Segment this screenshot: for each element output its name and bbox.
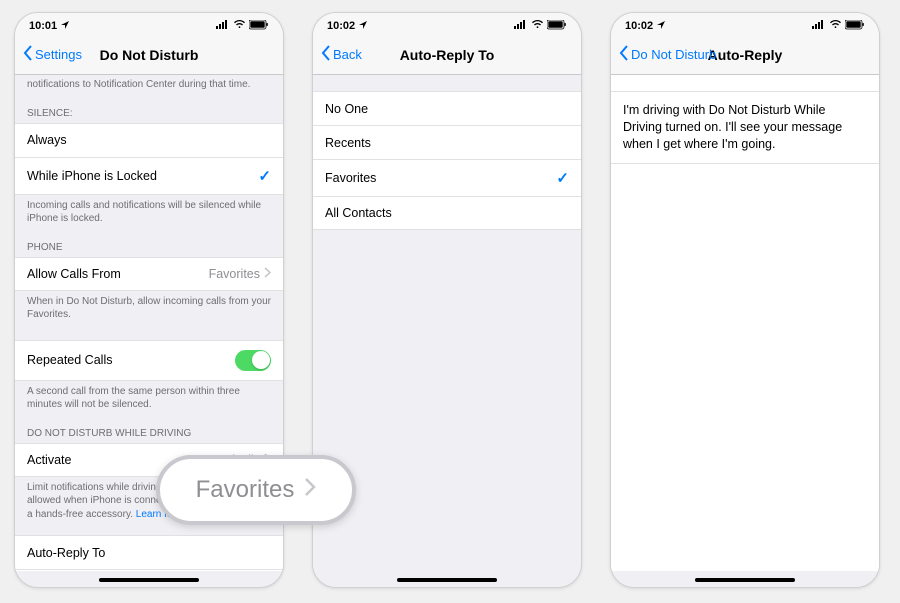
back-button[interactable]: Do Not Disturb	[619, 45, 716, 64]
scroll-content[interactable]: I'm driving with Do Not Disturb While Dr…	[611, 75, 879, 571]
section-footer-allow-calls: When in Do Not Disturb, allow incoming c…	[15, 291, 283, 330]
screenshot-auto-reply: 10:02 Do Not Disturb Auto-Reply I'm driv…	[610, 12, 880, 588]
checkmark-icon: ✓	[556, 169, 569, 187]
cell-label: While iPhone is Locked	[27, 169, 157, 183]
cell-auto-reply[interactable]: Auto-Reply I'm driving with Do Not Distu…	[15, 569, 283, 571]
section-header-driving: DO NOT DISTURB WHILE DRIVING	[15, 420, 283, 443]
chevron-right-icon	[264, 267, 271, 281]
back-label: Back	[333, 47, 362, 62]
cell-label: Activate	[27, 453, 71, 467]
signal-icon	[514, 20, 528, 32]
chevron-left-icon	[619, 45, 629, 64]
section-footer-silence: Incoming calls and notifications will be…	[15, 195, 283, 234]
option-favorites[interactable]: Favorites ✓	[313, 159, 581, 196]
option-no-one[interactable]: No One	[313, 91, 581, 125]
location-icon	[60, 20, 70, 33]
cell-silence-locked[interactable]: While iPhone is Locked ✓	[15, 157, 283, 195]
clock-time: 10:01	[29, 20, 57, 32]
battery-icon	[845, 20, 865, 33]
cell-auto-reply-to[interactable]: Auto-Reply To	[15, 535, 283, 569]
battery-icon	[547, 20, 567, 33]
auto-reply-textarea[interactable]: I'm driving with Do Not Disturb While Dr…	[611, 91, 879, 164]
chevron-left-icon	[23, 45, 33, 64]
status-bar: 10:02	[611, 13, 879, 35]
status-bar: 10:01	[15, 13, 283, 35]
back-button[interactable]: Back	[321, 45, 362, 64]
home-indicator[interactable]	[99, 578, 199, 582]
section-footer-trail: notifications to Notification Center dur…	[15, 75, 283, 100]
wifi-icon	[829, 20, 842, 32]
wifi-icon	[531, 20, 544, 32]
cell-detail: Favorites	[209, 267, 271, 281]
battery-icon	[249, 20, 269, 33]
option-all-contacts[interactable]: All Contacts	[313, 196, 581, 230]
callout-favorites: Favorites	[156, 455, 356, 525]
option-label: All Contacts	[325, 206, 392, 220]
cell-allow-calls[interactable]: Allow Calls From Favorites	[15, 257, 283, 291]
cell-label: Allow Calls From	[27, 267, 121, 281]
checkmark-icon: ✓	[258, 167, 271, 185]
home-indicator[interactable]	[695, 578, 795, 582]
option-label: No One	[325, 102, 368, 116]
clock-time: 10:02	[327, 20, 355, 32]
nav-bar: Back Auto-Reply To	[313, 35, 581, 75]
cell-silence-always[interactable]: Always	[15, 123, 283, 157]
switch-on[interactable]	[235, 350, 271, 371]
cell-repeated-calls[interactable]: Repeated Calls	[15, 340, 283, 381]
section-header-silence: SILENCE:	[15, 100, 283, 123]
cell-label: Repeated Calls	[27, 353, 112, 367]
option-recents[interactable]: Recents	[313, 125, 581, 159]
back-label: Do Not Disturb	[631, 47, 716, 62]
location-icon	[358, 20, 368, 33]
cell-label: Always	[27, 133, 67, 147]
location-icon	[656, 20, 666, 33]
signal-icon	[216, 20, 230, 32]
status-bar: 10:02	[313, 13, 581, 35]
nav-bar: Settings Do Not Disturb	[15, 35, 283, 75]
back-button[interactable]: Settings	[23, 45, 82, 64]
chevron-right-icon	[304, 477, 316, 503]
wifi-icon	[233, 20, 246, 32]
section-header-phone: PHONE	[15, 234, 283, 257]
back-label: Settings	[35, 47, 82, 62]
cell-label: Auto-Reply To	[27, 546, 105, 560]
nav-bar: Do Not Disturb Auto-Reply	[611, 35, 879, 75]
home-indicator[interactable]	[397, 578, 497, 582]
option-label: Recents	[325, 136, 371, 150]
option-label: Favorites	[325, 171, 376, 185]
callout-label: Favorites	[196, 476, 295, 504]
section-footer-repeated: A second call from the same person withi…	[15, 381, 283, 420]
chevron-left-icon	[321, 45, 331, 64]
signal-icon	[812, 20, 826, 32]
clock-time: 10:02	[625, 20, 653, 32]
